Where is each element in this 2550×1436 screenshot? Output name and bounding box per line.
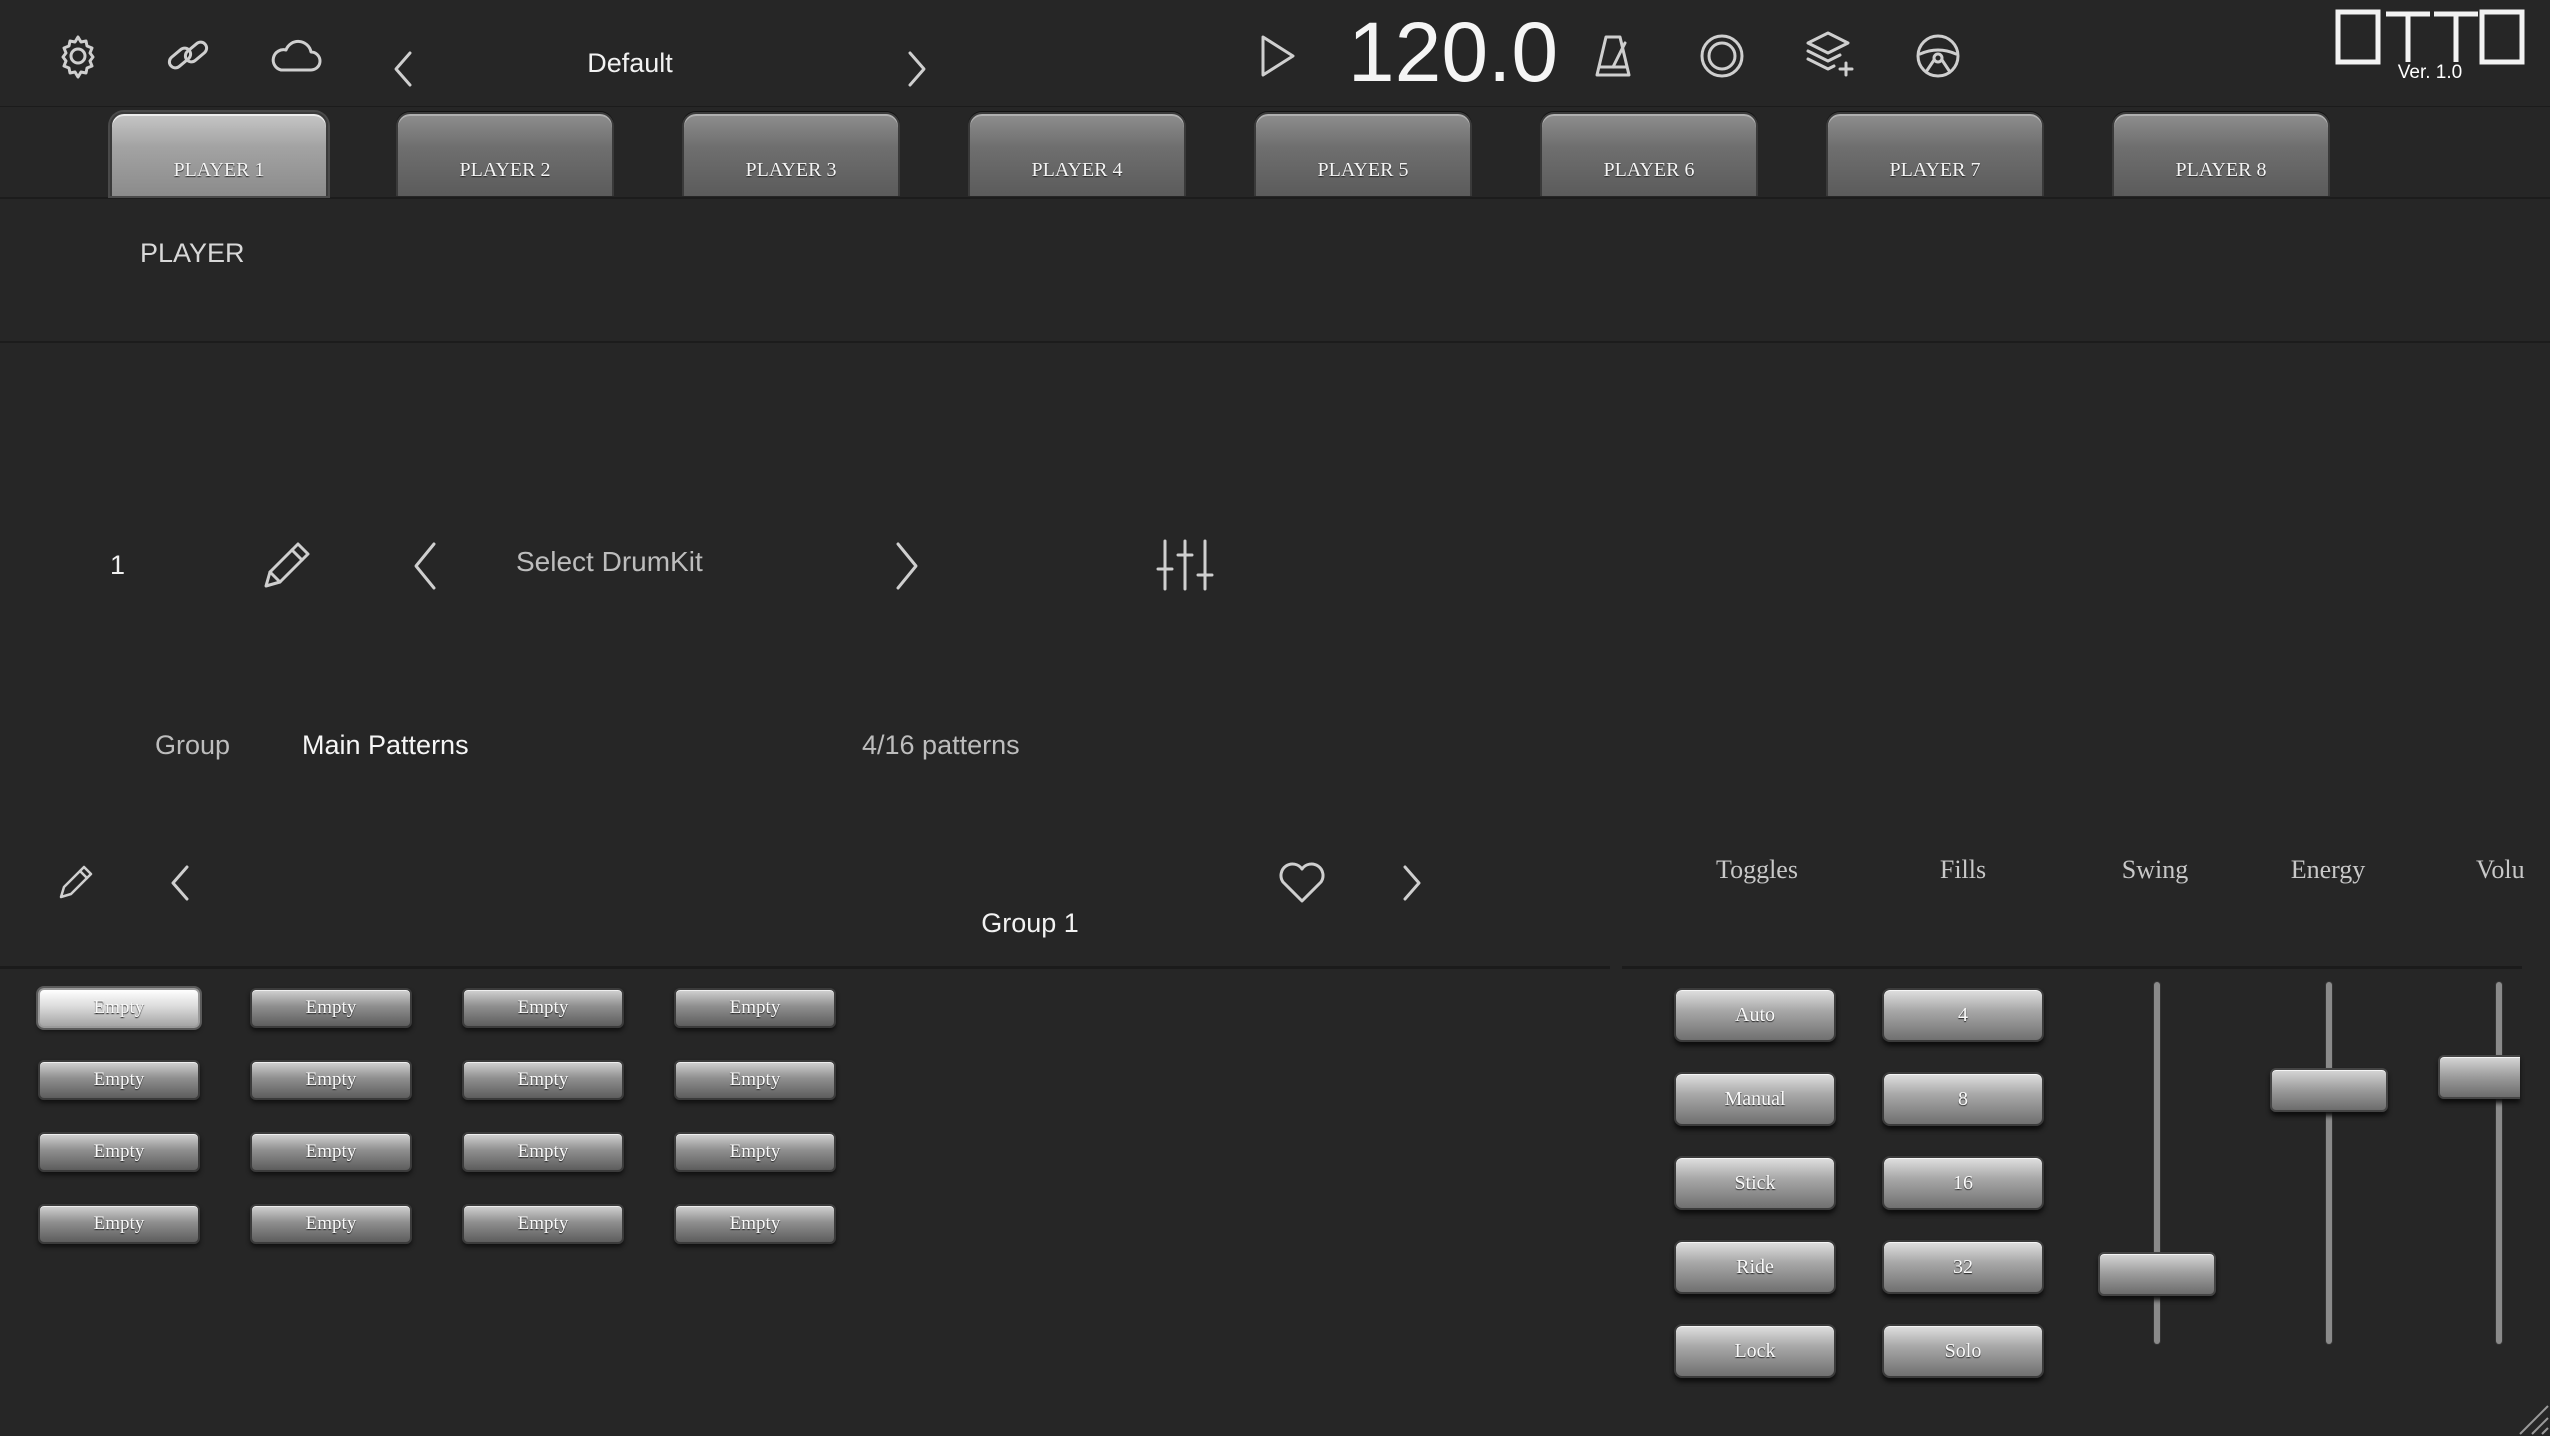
divider — [1622, 966, 2522, 969]
volume-slider-track[interactable] — [2496, 982, 2502, 1344]
pattern-slot-5[interactable]: Empty — [38, 1060, 200, 1100]
steering-wheel-icon[interactable] — [1910, 28, 1966, 84]
toggle-ride-button[interactable]: Ride — [1674, 1240, 1836, 1294]
pattern-slot-11[interactable]: Empty — [462, 1132, 624, 1172]
pattern-slot-6[interactable]: Empty — [250, 1060, 412, 1100]
volume-header: Volu — [2476, 855, 2525, 884]
player-tab-2[interactable]: PLAYER 2 — [396, 112, 614, 196]
player-tab-1[interactable]: PLAYER 1 — [110, 112, 328, 196]
fill-16-button[interactable]: 16 — [1882, 1156, 2044, 1210]
player-tab-5[interactable]: PLAYER 5 — [1254, 112, 1472, 196]
fill-32-button[interactable]: 32 — [1882, 1240, 2044, 1294]
pattern-slot-7[interactable]: Empty — [462, 1060, 624, 1100]
pattern-slot-16[interactable]: Empty — [674, 1204, 836, 1244]
pattern-slot-4[interactable]: Empty — [674, 988, 836, 1028]
pattern-slot-13[interactable]: Empty — [38, 1204, 200, 1244]
pattern-slot-2[interactable]: Empty — [250, 988, 412, 1028]
heart-icon[interactable] — [1274, 858, 1330, 908]
link-icon[interactable] — [160, 28, 216, 84]
metronome-icon[interactable] — [1588, 28, 1638, 84]
play-icon[interactable] — [1252, 28, 1302, 84]
toggle-stick-button[interactable]: Stick — [1674, 1156, 1836, 1210]
player-section — [0, 199, 2550, 343]
player-tab-6[interactable]: PLAYER 6 — [1540, 112, 1758, 196]
group-prev-chevron-icon[interactable] — [162, 860, 196, 906]
group-next-chevron-icon[interactable] — [1396, 860, 1430, 906]
kit-prev-chevron-icon[interactable] — [404, 536, 444, 596]
record-icon[interactable] — [1694, 28, 1750, 84]
cloud-icon[interactable] — [266, 28, 326, 84]
fill-8-button[interactable]: 8 — [1882, 1072, 2044, 1126]
preset-name[interactable]: Default — [420, 48, 840, 79]
version-label: Ver. 1.0 — [2397, 62, 2463, 83]
toggle-manual-button[interactable]: Manual — [1674, 1072, 1836, 1126]
pattern-group-name: Group 1 — [981, 908, 1079, 938]
player-section-label: PLAYER — [140, 238, 245, 268]
chevron-right-icon[interactable] — [900, 44, 936, 94]
player-tab-7[interactable]: PLAYER 7 — [1826, 112, 2044, 196]
tempo-display[interactable]: 120.0 — [1338, 10, 1568, 94]
pattern-slot-10[interactable]: Empty — [250, 1132, 412, 1172]
gear-icon[interactable] — [50, 28, 106, 84]
pattern-slot-14[interactable]: Empty — [250, 1204, 412, 1244]
kit-number: 1 — [110, 550, 126, 580]
mixer-sliders-icon[interactable] — [1152, 532, 1218, 598]
pattern-slot-1[interactable]: Empty — [38, 988, 200, 1028]
resize-handle-icon[interactable] — [2510, 1396, 2550, 1436]
patterns-count: 4/16 patterns — [862, 730, 1020, 760]
divider — [0, 966, 1610, 969]
edit-group-pencil-icon[interactable] — [50, 856, 102, 908]
energy-slider-thumb[interactable] — [2270, 1067, 2388, 1112]
player-tab-4[interactable]: PLAYER 4 — [968, 112, 1186, 196]
toggles-header: Toggles — [1716, 855, 1798, 884]
fill-solo-button[interactable]: Solo — [1882, 1324, 2044, 1378]
energy-header: Energy — [2290, 855, 2366, 884]
toggle-auto-button[interactable]: Auto — [1674, 988, 1836, 1042]
pattern-slot-3[interactable]: Empty — [462, 988, 624, 1028]
volume-slider-thumb[interactable] — [2438, 1055, 2520, 1100]
energy-slider-track[interactable] — [2326, 982, 2332, 1344]
fills-header: Fills — [1939, 855, 1987, 884]
swing-slider-thumb[interactable] — [2098, 1252, 2216, 1297]
fill-4-button[interactable]: 4 — [1882, 988, 2044, 1042]
edit-kit-pencil-icon[interactable] — [250, 534, 322, 598]
drumkit-selector[interactable]: Select DrumKit — [516, 546, 703, 578]
pattern-slot-15[interactable]: Empty — [462, 1204, 624, 1244]
group-label: Group — [155, 730, 231, 760]
pattern-slot-12[interactable]: Empty — [674, 1132, 836, 1172]
kit-next-chevron-icon[interactable] — [888, 536, 928, 596]
group-selector[interactable]: Main Patterns — [302, 730, 469, 761]
layers-add-icon[interactable] — [1802, 26, 1858, 84]
pattern-slot-8[interactable]: Empty — [674, 1060, 836, 1100]
toggle-lock-button[interactable]: Lock — [1674, 1324, 1836, 1378]
swing-header: Swing — [2121, 855, 2189, 884]
pattern-slot-9[interactable]: Empty — [38, 1132, 200, 1172]
chevron-left-icon[interactable] — [384, 44, 420, 94]
player-tab-8[interactable]: PLAYER 8 — [2112, 112, 2330, 196]
player-tab-3[interactable]: PLAYER 3 — [682, 112, 900, 196]
